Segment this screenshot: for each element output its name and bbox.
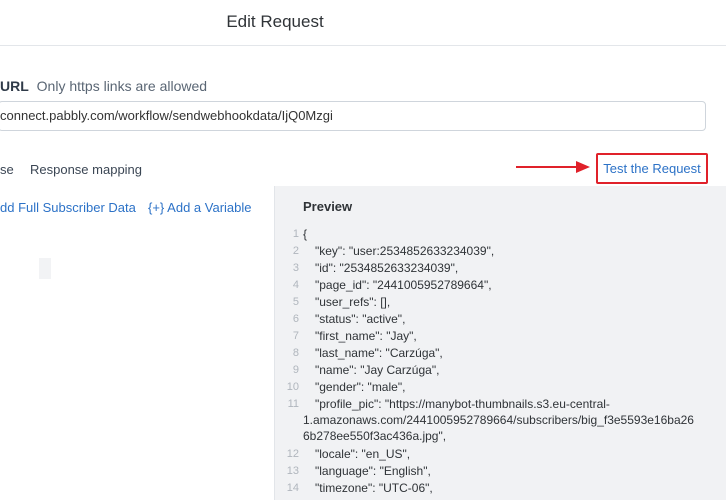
editor-cursor [39, 258, 51, 279]
code-line: 4 "page_id": "2441005952789664", [292, 278, 492, 292]
code-line-part: "profile_pic": "https://manybot-thumbnai… [315, 397, 610, 411]
tab-response-mapping[interactable]: Response mapping [30, 162, 142, 177]
tab-response[interactable]: se [0, 162, 14, 177]
dialog-title: Edit Request [226, 12, 324, 31]
code-line-part: 1.amazonaws.com/2441005952789664/subscri… [303, 413, 694, 427]
code-line: 6 "status": "active", [292, 312, 406, 326]
code-line: 9 "name": "Jay Carzúga", [292, 363, 440, 377]
url-input[interactable]: connect.pabbly.com/workflow/sendwebhookd… [0, 101, 706, 131]
preview-title: Preview [303, 199, 353, 214]
test-request-button[interactable]: Test the Request [596, 153, 708, 184]
code-line: 2 "key": "user:2534852633234039", [292, 244, 495, 258]
url-label-text: URL [0, 78, 29, 94]
code-line: 13 "language": "English", [286, 464, 431, 478]
add-full-subscriber-data-link[interactable]: dd Full Subscriber Data [0, 200, 136, 215]
add-variable-link[interactable]: {+} Add a Variable [148, 200, 252, 215]
code-line: 3 "id": "2534852633234039", [292, 261, 459, 275]
code-line: 14 "timezone": "UTC-06", [286, 481, 433, 495]
code-line: 10 "gender": "male", [286, 380, 406, 394]
code-line: 5 "user_refs": [], [292, 295, 391, 309]
url-hint: Only https links are allowed [36, 78, 208, 94]
dialog-header: Edit Request [0, 0, 726, 46]
code-line: 12 "locale": "en_US", [286, 447, 411, 461]
code-line: 8 "last_name": "Carzúga", [292, 346, 443, 360]
request-body-panel [0, 186, 274, 500]
code-line: 7 "first_name": "Jay", [292, 329, 417, 343]
code-line: 1{ [292, 227, 308, 241]
url-label: URL Only https links are allowed [0, 78, 207, 94]
preview-code: 1{ 2 "key": "user:2534852633234039", 3 "id… [275, 226, 726, 497]
preview-panel: Preview 1{ 2 "key": "user:253485263323403… [274, 186, 726, 500]
red-arrow-icon [516, 161, 590, 173]
code-line: 11 "profile_pic": "https://manybot-thumb… [275, 396, 726, 446]
code-line-part: 6b278ee550f3ac436a.jpg", [303, 429, 447, 443]
